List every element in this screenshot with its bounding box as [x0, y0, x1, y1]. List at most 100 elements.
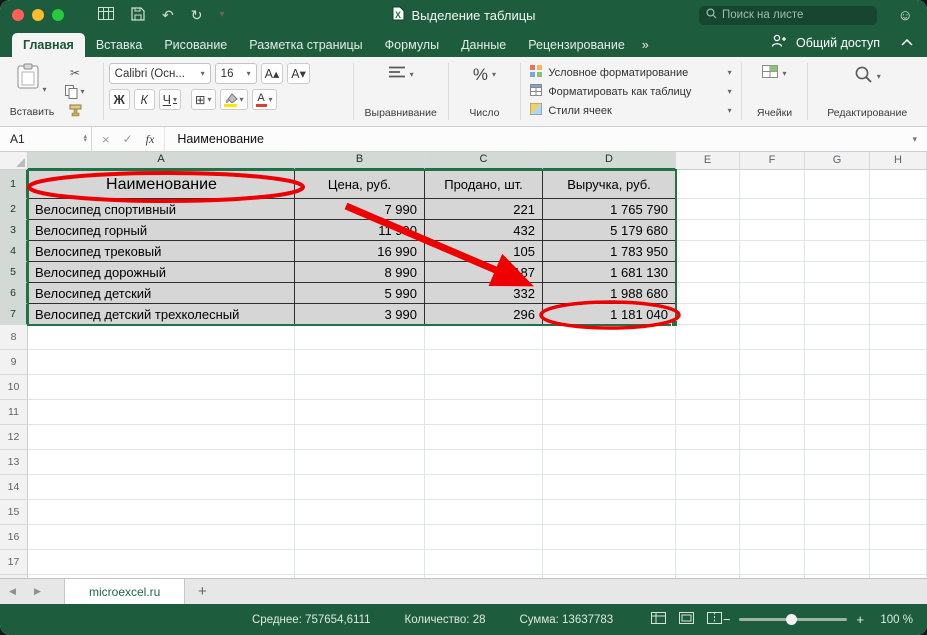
cell-G14[interactable] [805, 475, 870, 500]
row-header-7[interactable]: 7 [0, 304, 28, 325]
cell-E18[interactable] [676, 575, 740, 578]
cell-G9[interactable] [805, 350, 870, 375]
cell-B5[interactable]: 8 990 [295, 262, 425, 283]
cell-A3[interactable]: Велосипед горный [28, 220, 295, 241]
formula-input[interactable]: Наименование [165, 132, 264, 146]
spreadsheet[interactable]: ABCDEFGH1НаименованиеЦена, руб.Продано, … [0, 152, 927, 578]
sheet-search-box[interactable] [699, 6, 877, 25]
cell-D12[interactable] [543, 425, 676, 450]
name-box-stepper[interactable]: ▴▾ [83, 135, 87, 143]
row-header-4[interactable]: 4 [0, 241, 28, 262]
prev-sheet-icon[interactable]: ◀ [0, 579, 25, 604]
cell-C8[interactable] [425, 325, 543, 350]
cell-G17[interactable] [805, 550, 870, 575]
font-name-select[interactable]: Calibri (Осн... ▾ [109, 63, 211, 84]
cell-A16[interactable] [28, 525, 295, 550]
cell-C3[interactable]: 432 [425, 220, 543, 241]
cell-B7[interactable]: 3 990 [295, 304, 425, 325]
zoom-level[interactable]: 100 % [873, 614, 913, 626]
cell-B16[interactable] [295, 525, 425, 550]
cell-A6[interactable]: Велосипед детский [28, 283, 295, 304]
cell-H10[interactable] [870, 375, 927, 400]
cell-H17[interactable] [870, 550, 927, 575]
cell-H13[interactable] [870, 450, 927, 475]
name-box[interactable]: A1 ▴▾ [0, 127, 92, 151]
row-header-13[interactable]: 13 [0, 450, 28, 475]
cell-D17[interactable] [543, 550, 676, 575]
add-sheet-button[interactable]: + [185, 579, 219, 604]
row-header-3[interactable]: 3 [0, 220, 28, 241]
cell-A10[interactable] [28, 375, 295, 400]
row-header-16[interactable]: 16 [0, 525, 28, 550]
cell-F1[interactable] [740, 170, 805, 199]
collapse-ribbon-icon[interactable] [901, 39, 913, 46]
cell-G2[interactable] [805, 199, 870, 220]
cell-styles-button[interactable]: Стили ячеек ▾ [530, 102, 731, 120]
conditional-formatting-button[interactable]: Условное форматирование ▾ [530, 64, 731, 82]
cell-C17[interactable] [425, 550, 543, 575]
insert-function-icon[interactable]: fx [146, 132, 155, 147]
cell-E16[interactable] [676, 525, 740, 550]
cell-C18[interactable] [425, 575, 543, 578]
cell-A13[interactable] [28, 450, 295, 475]
cell-E12[interactable] [676, 425, 740, 450]
close-window-button[interactable] [12, 9, 24, 21]
cell-D8[interactable] [543, 325, 676, 350]
cell-H9[interactable] [870, 350, 927, 375]
minimize-window-button[interactable] [32, 9, 44, 21]
cell-E14[interactable] [676, 475, 740, 500]
cell-C14[interactable] [425, 475, 543, 500]
redo-icon[interactable]: ↻ [191, 7, 203, 24]
cell-G11[interactable] [805, 400, 870, 425]
cell-E10[interactable] [676, 375, 740, 400]
cell-D10[interactable] [543, 375, 676, 400]
formula-bar-expand-icon[interactable]: ▾ [912, 134, 917, 145]
cell-B6[interactable]: 5 990 [295, 283, 425, 304]
cell-C16[interactable] [425, 525, 543, 550]
cell-B2[interactable]: 7 990 [295, 199, 425, 220]
cell-A14[interactable] [28, 475, 295, 500]
cell-B18[interactable] [295, 575, 425, 578]
cell-C9[interactable] [425, 350, 543, 375]
cell-G15[interactable] [805, 500, 870, 525]
view-normal-icon[interactable] [651, 612, 666, 627]
cell-E7[interactable] [676, 304, 740, 325]
tab-formulas[interactable]: Формулы [374, 33, 450, 57]
cell-F9[interactable] [740, 350, 805, 375]
cell-A8[interactable] [28, 325, 295, 350]
editing-group[interactable]: ▾ Редактирование [813, 61, 921, 122]
cell-E3[interactable] [676, 220, 740, 241]
feedback-smiley-icon[interactable]: ☺ [898, 7, 913, 24]
copy-icon[interactable]: ▾ [65, 85, 84, 99]
column-header-B[interactable]: B [295, 152, 425, 170]
cell-H7[interactable] [870, 304, 927, 325]
cell-B9[interactable] [295, 350, 425, 375]
cell-C5[interactable]: 187 [425, 262, 543, 283]
cell-F16[interactable] [740, 525, 805, 550]
cell-H11[interactable] [870, 400, 927, 425]
cell-E1[interactable] [676, 170, 740, 199]
cell-A1[interactable]: Наименование [28, 170, 295, 199]
search-input[interactable] [722, 9, 862, 21]
cell-H5[interactable] [870, 262, 927, 283]
cell-D11[interactable] [543, 400, 676, 425]
column-header-E[interactable]: E [676, 152, 740, 170]
view-page-layout-icon[interactable] [679, 612, 694, 627]
cell-E4[interactable] [676, 241, 740, 262]
cell-D3[interactable]: 5 179 680 [543, 220, 676, 241]
cell-C12[interactable] [425, 425, 543, 450]
cell-A15[interactable] [28, 500, 295, 525]
grow-font-button[interactable]: А▴ [261, 63, 284, 84]
cell-F3[interactable] [740, 220, 805, 241]
bold-button[interactable]: Ж [109, 89, 130, 110]
cell-C2[interactable]: 221 [425, 199, 543, 220]
cell-E8[interactable] [676, 325, 740, 350]
column-header-D[interactable]: D [543, 152, 676, 170]
cell-G6[interactable] [805, 283, 870, 304]
column-header-H[interactable]: H [870, 152, 927, 170]
cell-E2[interactable] [676, 199, 740, 220]
cell-C4[interactable]: 105 [425, 241, 543, 262]
cell-B15[interactable] [295, 500, 425, 525]
cell-E9[interactable] [676, 350, 740, 375]
cell-H2[interactable] [870, 199, 927, 220]
